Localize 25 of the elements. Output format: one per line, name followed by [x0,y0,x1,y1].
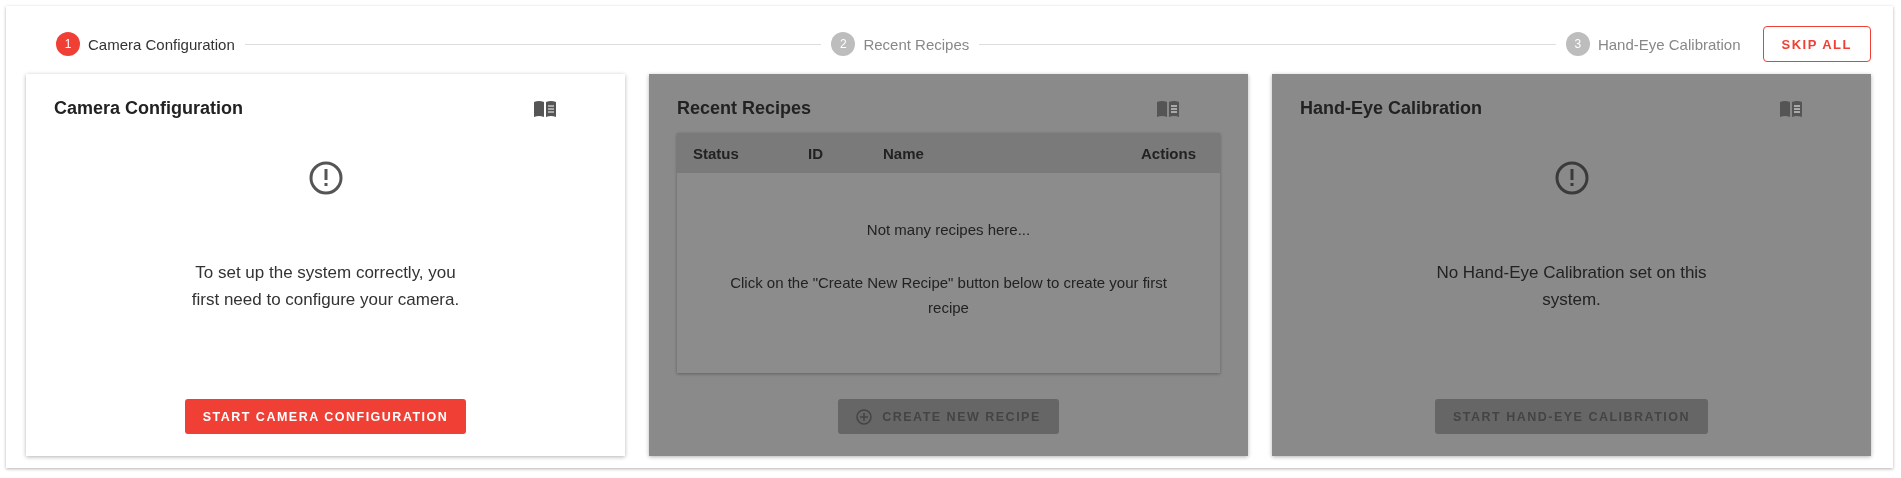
empty-hint: Click on the "Create New Recipe" button below to create your first recipe [729,273,1168,318]
step-number[interactable]: 2 [831,32,856,56]
card-message: No Hand-Eye Calibration set on this system. [1435,262,1708,311]
book-icon [533,99,557,118]
step-label: Hand-Eye Calibration [1597,35,1741,53]
column-header: Status [693,144,740,162]
alert-icon [1554,161,1589,195]
book-icon [1156,99,1180,118]
card-message: To set up the system correctly, you first need to configure your camera. [190,262,461,311]
step-number[interactable]: 3 [1565,32,1590,56]
column-header: ID [808,144,824,162]
step-label: Recent Recipes [863,35,970,53]
alert-icon [308,161,343,195]
action-button[interactable]: START CAMERA CONFIGURATION [184,399,467,434]
column-header: Actions [1141,144,1196,162]
step-label: Camera Configuration [88,35,235,53]
empty-message: Not many recipes here... [866,221,1031,238]
step-number[interactable]: 1 [56,32,80,56]
card-title: Recent Recipes [677,98,812,119]
column-header: Name [883,144,925,162]
book-icon [1779,99,1803,118]
card-title: Camera Configuration [54,98,244,119]
skip-all-button[interactable]: SKIP ALL [1762,26,1871,62]
add-circle-icon [856,408,873,425]
card-title: Hand-Eye Calibration [1300,98,1483,119]
